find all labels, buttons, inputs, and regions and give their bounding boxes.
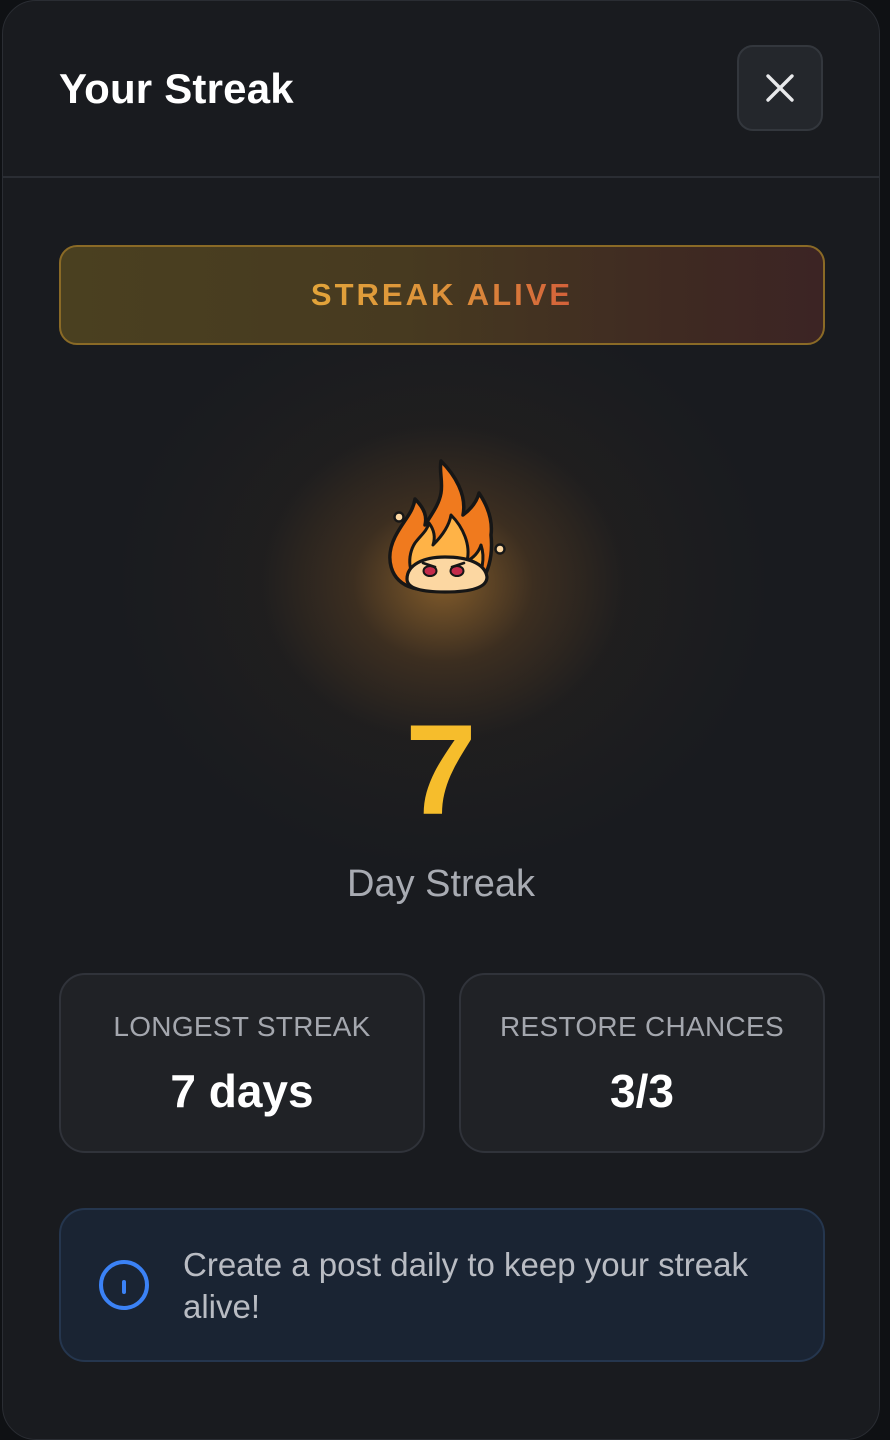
longest-streak-card: LONGEST STREAK 7 days xyxy=(59,973,425,1153)
status-banner: STREAK ALIVE xyxy=(59,245,825,345)
modal-title: Your Streak xyxy=(59,65,294,112)
restore-chances-value: 3/3 xyxy=(610,1065,674,1117)
streak-modal: Your Streak STREAK ALIVE 7 Day Streak LO… xyxy=(2,0,880,1440)
streak-count: 7 xyxy=(405,699,477,842)
flame-icon xyxy=(388,459,506,594)
restore-chances-label: RESTORE CHANCES xyxy=(499,1011,785,1042)
longest-streak-label: LONGEST STREAK xyxy=(113,1011,371,1042)
streak-label: Day Streak xyxy=(347,863,535,905)
close-button[interactable] xyxy=(737,45,823,131)
info-box: Create a post daily to keep your streak … xyxy=(59,1208,825,1362)
longest-streak-value: 7 days xyxy=(170,1065,314,1117)
status-text: STREAK ALIVE xyxy=(310,277,574,312)
restore-chances-card: RESTORE CHANCES 3/3 xyxy=(459,973,825,1153)
close-icon xyxy=(766,74,794,102)
info-text: Create a post daily to keep your streak … xyxy=(183,1246,748,1325)
info-icon xyxy=(99,1260,149,1310)
modal-header: Your Streak xyxy=(3,1,879,178)
